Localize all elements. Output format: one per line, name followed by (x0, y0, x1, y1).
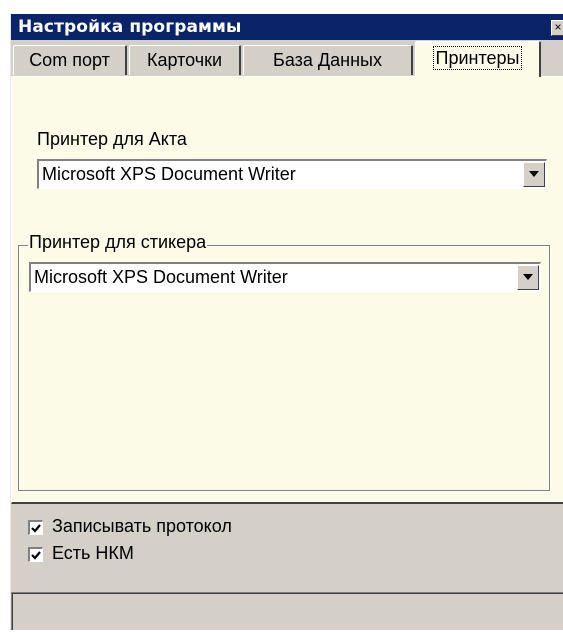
has-nkm-option[interactable]: Есть НКМ (28, 543, 328, 567)
settings-window: Настройка программы × Com порт Карточки … (10, 14, 563, 630)
act-printer-label: Принтер для Акта (37, 129, 187, 149)
sticker-printer-select[interactable]: Microsoft XPS Document Writer (29, 262, 541, 292)
window-title: Настройка программы (18, 17, 242, 37)
log-protocol-option[interactable]: Записывать протокол (28, 516, 328, 540)
status-bar (11, 592, 563, 630)
log-protocol-checkbox[interactable] (28, 520, 43, 535)
tab-cards[interactable]: Карточки (129, 45, 241, 75)
act-printer-select[interactable]: Microsoft XPS Document Writer (37, 159, 547, 189)
sticker-printer-group-label: Принтер для стикера (28, 232, 208, 253)
chevron-down-icon (529, 171, 539, 177)
sticker-printer-value: Microsoft XPS Document Writer (34, 267, 288, 287)
title-bar[interactable]: Настройка программы (11, 14, 563, 40)
act-printer-dropdown-button[interactable] (523, 162, 545, 187)
has-nkm-checkbox[interactable] (28, 547, 43, 562)
log-protocol-label: Записывать протокол (52, 516, 232, 536)
close-button[interactable]: × (551, 20, 563, 36)
tab-label: Принтеры (432, 46, 523, 70)
check-icon (31, 524, 41, 533)
act-printer-value: Microsoft XPS Document Writer (42, 164, 296, 184)
printers-panel: Принтер для Акта Microsoft XPS Document … (11, 76, 563, 504)
has-nkm-label: Есть НКМ (52, 543, 134, 563)
tab-database[interactable]: База Данных (243, 45, 413, 75)
tab-label: Com порт (29, 50, 110, 70)
sticker-printer-dropdown-button[interactable] (517, 265, 539, 290)
tab-label: Карточки (146, 50, 223, 70)
tab-printers[interactable]: Принтеры (415, 41, 541, 77)
close-icon: × (554, 20, 562, 34)
tab-label: База Данных (273, 50, 382, 70)
check-icon (31, 551, 41, 560)
tab-com-port[interactable]: Com порт (13, 45, 127, 75)
chevron-down-icon (523, 274, 533, 280)
